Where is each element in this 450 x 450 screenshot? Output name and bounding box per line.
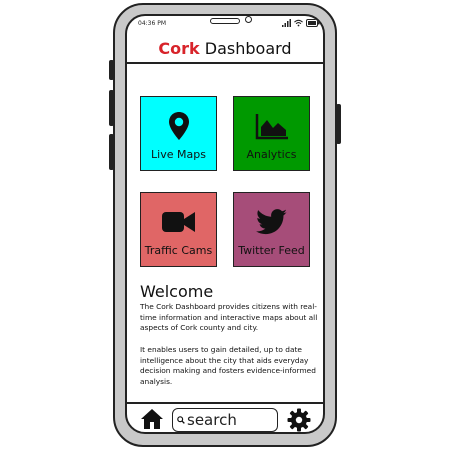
- settings-button[interactable]: [287, 408, 311, 432]
- battery-icon: [306, 19, 320, 27]
- welcome-paragraph-1: The Cork Dashboard provides citizens wit…: [140, 302, 318, 332]
- welcome-heading: Welcome: [140, 282, 214, 301]
- video-camera-icon: [161, 205, 197, 239]
- app-title-brand: Cork: [158, 39, 200, 58]
- gear-icon: [287, 408, 311, 432]
- map-pin-icon: [168, 109, 190, 143]
- front-camera: [245, 16, 252, 23]
- area-chart-icon: [255, 109, 289, 143]
- app-title-text: Dashboard: [204, 39, 292, 58]
- tile-label: Traffic Cams: [144, 244, 213, 257]
- tile-traffic-cams[interactable]: Traffic Cams: [140, 192, 217, 267]
- tile-label: Analytics: [246, 148, 297, 161]
- home-button[interactable]: [140, 408, 164, 430]
- tile-label: Live Maps: [151, 148, 206, 161]
- app-title: Cork Dashboard: [127, 39, 323, 58]
- speaker-grille: [210, 18, 240, 24]
- home-icon: [141, 409, 163, 429]
- signal-icon: [282, 19, 291, 27]
- search-bar[interactable]: [172, 408, 278, 432]
- twitter-bird-icon: [255, 205, 288, 239]
- phone-volume-up: [109, 90, 114, 126]
- welcome-paragraph-2: It enables users to gain detailed, up to…: [140, 345, 316, 386]
- search-input[interactable]: [185, 411, 273, 429]
- tile-analytics[interactable]: Analytics: [233, 96, 310, 171]
- wifi-icon: [294, 19, 303, 27]
- tile-live-maps[interactable]: Live Maps: [140, 96, 217, 171]
- status-time: 04:36 PM: [138, 20, 166, 27]
- tile-twitter-feed[interactable]: Twitter Feed: [233, 192, 310, 267]
- phone-power-button: [336, 104, 341, 144]
- search-icon: [177, 416, 185, 424]
- status-icons: [282, 18, 320, 28]
- phone-side-button: [109, 60, 114, 80]
- bottom-bar-divider: [127, 402, 323, 404]
- phone-volume-down: [109, 134, 114, 170]
- tile-label: Twitter Feed: [238, 244, 305, 257]
- header-divider: [127, 62, 323, 64]
- phone-screen: 04:36 PM Cork Dashboard Live Maps Analyt…: [125, 14, 325, 434]
